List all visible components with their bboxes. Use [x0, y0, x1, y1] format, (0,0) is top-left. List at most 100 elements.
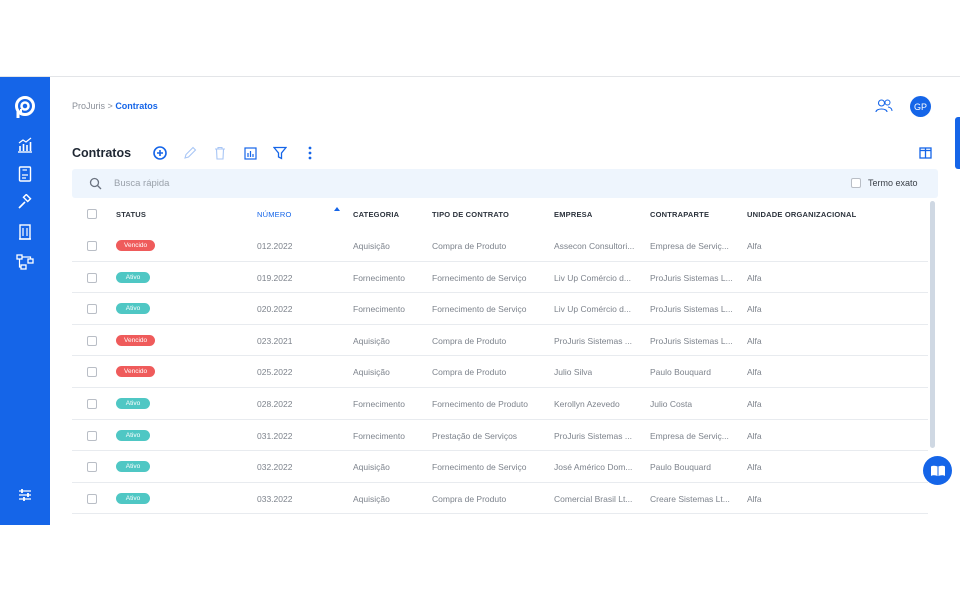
column-header-status[interactable]: STATUS [116, 210, 146, 219]
table-row[interactable]: Ativo 028.2022 Fornecimento Fornecimento de… [72, 388, 928, 420]
sidebar [0, 77, 50, 525]
row-checkbox[interactable] [87, 304, 97, 315]
filter-icon[interactable] [272, 145, 288, 161]
table-body: Vencido 012.2022 Aquisição Compra de Produt… [72, 230, 928, 515]
workflow-icon[interactable] [13, 250, 37, 274]
settings-icon[interactable] [13, 483, 37, 507]
cell-empresa: ProJuris Sistemas ... [554, 335, 632, 346]
chart-icon[interactable] [242, 145, 258, 161]
table-row[interactable]: Ativo 033.2022 Aquisição Compra de Produto C… [72, 483, 928, 515]
help-button[interactable] [923, 456, 952, 485]
cell-categoria: Fornecimento [353, 272, 405, 283]
table-row[interactable]: Ativo 020.2022 Fornecimento Fornecimento de… [72, 293, 928, 325]
cell-numero: 025.2022 [257, 367, 293, 378]
cell-contraparte: ProJuris Sistemas L... [650, 272, 733, 283]
status-badge: Ativo [116, 429, 150, 441]
select-all-checkbox[interactable] [87, 209, 97, 219]
dashboard-icon[interactable] [13, 133, 37, 157]
contracts-icon[interactable] [13, 162, 37, 186]
cell-empresa: Julio Silva [554, 367, 593, 378]
row-checkbox[interactable] [87, 430, 97, 441]
status-badge: Vencido [116, 334, 156, 346]
sort-ascending-icon[interactable] [334, 207, 340, 211]
cell-empresa: Liv Up Comércio d... [554, 272, 631, 283]
cell-unidade: Alfa [747, 493, 762, 504]
row-checkbox[interactable] [87, 493, 97, 504]
cell-empresa: Comercial Brasil Lt... [554, 493, 633, 504]
add-icon[interactable] [152, 145, 168, 161]
building-icon[interactable] [13, 220, 37, 244]
exact-term-checkbox[interactable] [851, 178, 861, 188]
column-header-tipo[interactable]: TIPO DE CONTRATO [432, 210, 509, 219]
column-header-empresa[interactable]: EMPRESA [554, 210, 593, 219]
column-header-numero[interactable]: NÚMERO [257, 210, 292, 219]
cell-categoria: Fornecimento [353, 398, 405, 409]
status-badge: Vencido [116, 240, 156, 251]
breadcrumb-root[interactable]: ProJuris [72, 101, 105, 111]
avatar[interactable]: GP [910, 96, 931, 117]
cell-categoria: Aquisição [353, 367, 390, 378]
table-row[interactable]: Ativo 032.2022 Aquisição Fornecimento de Se… [72, 451, 928, 483]
column-header-categoria[interactable]: CATEGORIA [353, 210, 399, 219]
table-row[interactable]: Vencido 025.2022 Aquisição Compra de Produt… [72, 356, 928, 388]
breadcrumb: ProJuris > Contratos [72, 101, 158, 111]
table-row[interactable]: Vencido 023.2021 Aquisição Compra de Produt… [72, 325, 928, 357]
cell-tipo: Compra de Produto [432, 335, 507, 346]
cell-tipo: Fornecimento de Serviço [432, 304, 527, 315]
table-header: STATUS NÚMERO CATEGORIA TIPO DE CONTRATO… [72, 198, 928, 230]
cell-tipo: Prestação de Serviços [432, 430, 518, 441]
status-badge: Ativo [116, 461, 150, 473]
cell-contraparte: Empresa de Serviç... [650, 430, 729, 441]
status-badge: Ativo [116, 397, 150, 409]
cell-numero: 032.2022 [257, 462, 293, 473]
cell-unidade: Alfa [747, 367, 762, 378]
cell-unidade: Alfa [747, 462, 762, 473]
cell-numero: 031.2022 [257, 430, 293, 441]
cell-unidade: Alfa [747, 241, 762, 251]
row-checkbox[interactable] [87, 462, 97, 473]
cell-contraparte: Creare Sistemas Lt... [650, 493, 730, 504]
cell-tipo: Compra de Produto [432, 493, 507, 504]
exact-term-label: Termo exato [868, 178, 918, 188]
more-icon[interactable] [302, 145, 318, 161]
trash-icon[interactable] [212, 145, 228, 161]
cell-numero: 012.2022 [257, 241, 293, 251]
status-badge: Ativo [116, 303, 150, 315]
cell-contraparte: Empresa de Serviç... [650, 241, 729, 251]
cell-unidade: Alfa [747, 398, 762, 409]
search-bar: Termo exato [72, 169, 938, 198]
cell-tipo: Fornecimento de Serviço [432, 272, 527, 283]
cell-categoria: Aquisição [353, 241, 390, 251]
row-checkbox[interactable] [87, 335, 97, 346]
column-header-unidade[interactable]: UNIDADE ORGANIZACIONAL [747, 210, 856, 219]
row-checkbox[interactable] [87, 398, 97, 409]
status-badge: Ativo [116, 271, 150, 283]
side-panel-tab[interactable] [955, 117, 960, 169]
cell-tipo: Fornecimento de Serviço [432, 462, 527, 473]
cell-categoria: Aquisição [353, 462, 390, 473]
cell-categoria: Fornecimento [353, 430, 405, 441]
users-icon[interactable] [875, 98, 893, 114]
columns-icon[interactable] [919, 146, 933, 160]
cell-numero: 028.2022 [257, 398, 293, 409]
edit-icon[interactable] [182, 145, 198, 161]
status-badge: Ativo [116, 492, 150, 504]
row-checkbox[interactable] [87, 367, 97, 378]
search-icon [89, 177, 102, 190]
breadcrumb-separator: > [107, 101, 113, 111]
logo-icon[interactable] [12, 94, 38, 120]
table-row[interactable]: Ativo 031.2022 Fornecimento Prestação de Se… [72, 420, 928, 452]
cell-contraparte: ProJuris Sistemas L... [650, 335, 733, 346]
cell-contraparte: Paulo Bouquard [650, 367, 711, 378]
search-input[interactable] [114, 175, 514, 192]
table-scrollbar[interactable] [930, 201, 935, 448]
table-row[interactable]: Vencido 012.2022 Aquisição Compra de Produt… [72, 230, 928, 262]
column-header-contraparte[interactable]: CONTRAPARTE [650, 210, 709, 219]
cell-numero: 020.2022 [257, 304, 293, 315]
app-window: ProJuris > Contratos GP Contratos Busca … [0, 76, 960, 525]
gavel-icon[interactable] [13, 190, 37, 214]
table-row[interactable]: Ativo 019.2022 Fornecimento Fornecimento de… [72, 262, 928, 294]
exact-term-toggle[interactable]: Termo exato [851, 178, 918, 188]
row-checkbox[interactable] [87, 272, 97, 283]
row-checkbox[interactable] [87, 241, 97, 251]
